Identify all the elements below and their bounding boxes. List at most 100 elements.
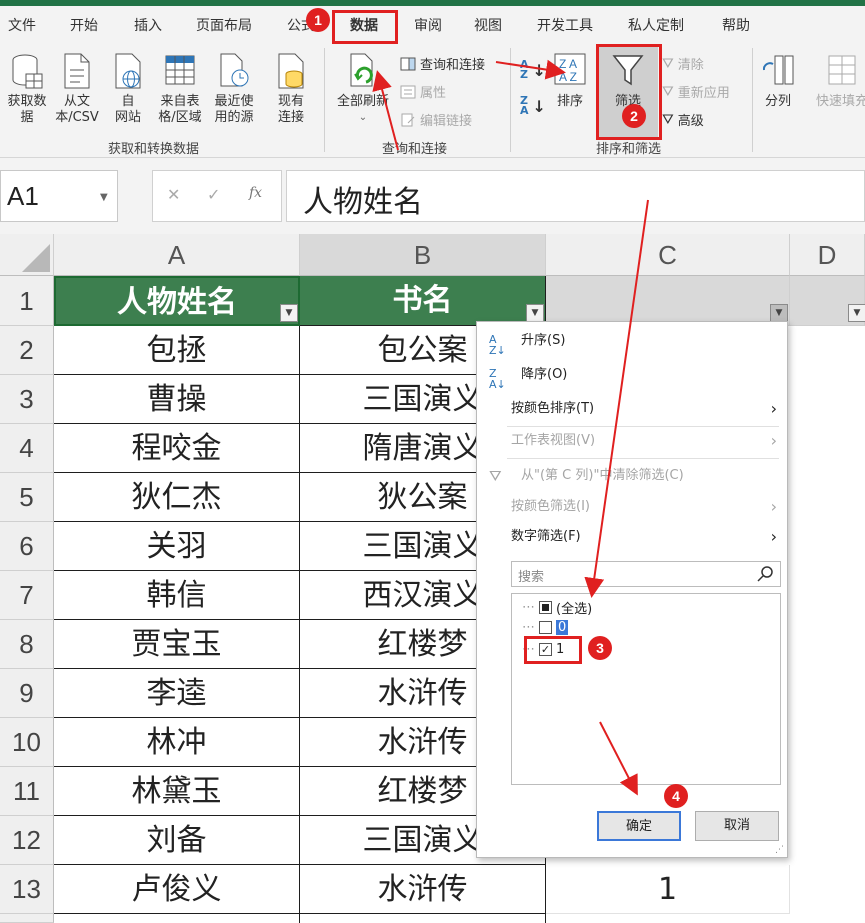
row-header[interactable]: 10 xyxy=(0,718,54,767)
cancel-button[interactable]: 取消 xyxy=(695,811,779,841)
sort-descending-button[interactable]: Z A ↓ xyxy=(520,95,546,116)
list-item-value-0[interactable]: ⋯ 0 xyxy=(522,620,569,635)
cancel-icon[interactable]: ✕ xyxy=(167,185,180,204)
filter-dropdown-c[interactable]: ▼ xyxy=(770,304,788,322)
cell-name[interactable]: 贾宝玉 xyxy=(54,620,300,669)
sort-button[interactable]: Z AA Z 排序 xyxy=(552,52,588,110)
from-web-button[interactable]: 自 网站 xyxy=(108,52,148,126)
refresh-dropdown-icon[interactable]: ⌄ xyxy=(332,110,394,126)
sort-descending-label: 降序(O) xyxy=(521,367,568,382)
tab-developer[interactable]: 开发工具 xyxy=(537,15,593,35)
row-header[interactable]: 12 xyxy=(0,816,54,865)
sort-descending-item[interactable]: Z A↓ 降序(O) xyxy=(477,360,787,390)
cell-name[interactable]: 李逵 xyxy=(54,669,300,718)
text-to-columns-button[interactable]: 分列 xyxy=(758,52,798,110)
row-header[interactable]: 4 xyxy=(0,424,54,473)
formula-input[interactable]: 人物姓名 xyxy=(286,170,865,222)
edit-links-button[interactable]: 编辑链接 xyxy=(400,110,472,129)
filter-by-color-item[interactable]: 按颜色筛选(I) › xyxy=(477,492,787,522)
sort-ascending-item[interactable]: A Z↓ 升序(S) xyxy=(477,326,787,356)
cell-name[interactable]: 关羽 xyxy=(54,522,300,571)
properties-label: 属性 xyxy=(420,86,447,101)
flash-fill-button[interactable]: 快速填充 xyxy=(812,52,865,110)
cell-c1[interactable] xyxy=(546,276,790,326)
clear-filter-button[interactable]: ⛛ 清除 xyxy=(662,54,704,74)
get-data-button[interactable]: 获取数 据 xyxy=(4,52,50,126)
refresh-all-button[interactable]: 全部刷新 ⌄ xyxy=(332,52,394,126)
cell-name[interactable]: 包拯 xyxy=(54,326,300,375)
select-all-checkbox[interactable] xyxy=(539,601,552,614)
text-file-icon xyxy=(64,53,90,89)
row-header[interactable]: 2 xyxy=(0,326,54,375)
table-icon xyxy=(165,55,195,85)
filter-dropdown-b[interactable]: ▼ xyxy=(526,304,544,322)
tab-help[interactable]: 帮助 xyxy=(722,15,750,35)
clear-filter-item[interactable]: ⛛ 从"(第 C 列)"中清除筛选(C) xyxy=(477,461,787,491)
cell-name[interactable] xyxy=(54,914,300,923)
cell-a1[interactable]: 人物姓名 xyxy=(54,276,300,326)
row-header[interactable]: 5 xyxy=(0,473,54,522)
row-header[interactable]: 6 xyxy=(0,522,54,571)
ok-button[interactable]: 确定 xyxy=(597,811,681,841)
list-item-label: 0 xyxy=(556,620,569,635)
reapply-button[interactable]: ⛛ 重新应用 xyxy=(662,82,730,102)
fx-icon[interactable]: fx xyxy=(249,185,262,201)
cell-b1[interactable]: 书名 xyxy=(300,276,546,326)
cell-book[interactable] xyxy=(300,914,546,923)
name-box-dropdown-icon[interactable]: ▼ xyxy=(100,192,108,203)
value-0-checkbox[interactable] xyxy=(539,621,552,634)
column-header-a[interactable]: A xyxy=(54,234,300,276)
advanced-filter-button[interactable]: ⛛ 高级 xyxy=(662,110,704,130)
tab-view[interactable]: 视图 xyxy=(474,15,502,35)
enter-icon[interactable]: ✓ xyxy=(207,185,220,204)
filter-dropdown-a[interactable]: ▼ xyxy=(280,304,298,322)
filter-dropdown-d[interactable]: ▼ xyxy=(848,304,865,322)
ribbon: 获取数 据 从文 本/CSV 自 网站 来自表 格/区域 最近使 用的源 现有 … xyxy=(0,42,865,158)
sort-ascending-button[interactable]: A Z ↓ xyxy=(520,59,546,80)
tab-file[interactable]: 文件 xyxy=(8,15,36,35)
cell-flag[interactable]: 1 xyxy=(546,865,790,914)
filter-search-input[interactable]: 搜索 xyxy=(511,561,781,587)
cell-name[interactable]: 林黛玉 xyxy=(54,767,300,816)
cell-name[interactable]: 林冲 xyxy=(54,718,300,767)
column-header-b[interactable]: B xyxy=(300,234,546,276)
sort-by-color-item[interactable]: 按颜色排序(T) › xyxy=(477,394,787,424)
tab-home[interactable]: 开始 xyxy=(70,15,98,35)
row-header[interactable]: 1 xyxy=(0,276,54,326)
tab-review[interactable]: 审阅 xyxy=(414,15,442,35)
column-header-d[interactable]: D xyxy=(790,234,865,276)
cell-name[interactable]: 韩信 xyxy=(54,571,300,620)
row-header[interactable]: 3 xyxy=(0,375,54,424)
select-all-corner[interactable] xyxy=(0,234,54,276)
from-text-button[interactable]: 从文 本/CSV xyxy=(52,52,102,126)
existing-connections-button[interactable]: 现有 连接 xyxy=(268,52,314,126)
resize-grip-icon[interactable]: ⋰ xyxy=(775,845,784,855)
from-table-label: 来自表 格/区域 xyxy=(158,94,202,125)
cell-name[interactable]: 狄仁杰 xyxy=(54,473,300,522)
clear-filter-icon: ⛛ xyxy=(662,55,674,72)
tab-custom[interactable]: 私人定制 xyxy=(628,15,684,35)
cell-name[interactable]: 卢俊义 xyxy=(54,865,300,914)
row-header[interactable]: 11 xyxy=(0,767,54,816)
cell-book[interactable]: 水浒传 xyxy=(300,865,546,914)
column-header-c[interactable]: C xyxy=(546,234,790,276)
from-table-button[interactable]: 来自表 格/区域 xyxy=(154,52,206,126)
row-header[interactable]: 7 xyxy=(0,571,54,620)
recent-sources-button[interactable]: 最近使 用的源 xyxy=(208,52,260,126)
tab-page-layout[interactable]: 页面布局 xyxy=(196,15,252,35)
text-to-columns-icon xyxy=(762,55,794,85)
row-header[interactable] xyxy=(0,914,54,923)
row-header[interactable]: 13 xyxy=(0,865,54,914)
cell-name[interactable]: 刘备 xyxy=(54,816,300,865)
cell-name[interactable]: 曹操 xyxy=(54,375,300,424)
highlight-data-tab xyxy=(332,10,398,44)
number-filters-item[interactable]: 数字筛选(F) › xyxy=(477,522,787,552)
row-header[interactable]: 9 xyxy=(0,669,54,718)
tab-insert[interactable]: 插入 xyxy=(134,15,162,35)
row-header[interactable]: 8 xyxy=(0,620,54,669)
sheet-view-item[interactable]: 工作表视图(V) › xyxy=(477,426,787,456)
queries-connections-button[interactable]: 查询和连接 xyxy=(400,54,485,73)
list-item-select-all[interactable]: ⋯ (全选) xyxy=(522,598,592,617)
cell-name[interactable]: 程咬金 xyxy=(54,424,300,473)
properties-button[interactable]: 属性 xyxy=(400,82,446,101)
